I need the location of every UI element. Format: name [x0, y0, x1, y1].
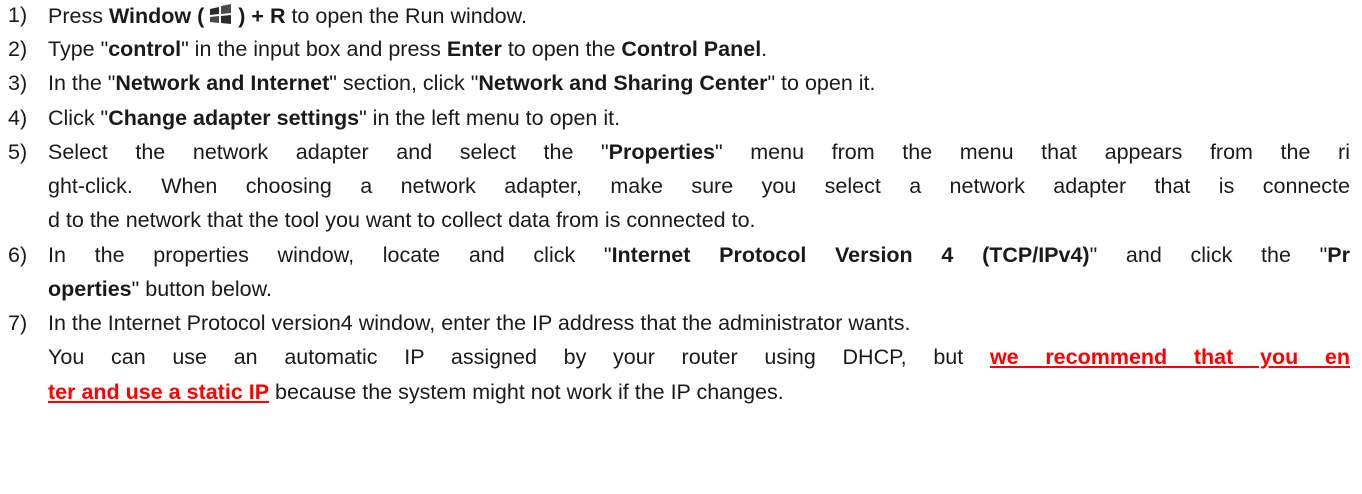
- windows-logo-icon: [206, 2, 236, 28]
- step-text-line: ght-click. When choosing a network adapt…: [48, 173, 1350, 199]
- text-run: Type ": [48, 37, 109, 61]
- step-text-line: You can use an automatic IP assigned by …: [48, 344, 1350, 370]
- text-run: to open the Run window.: [285, 4, 527, 28]
- text-run: " button below.: [131, 277, 272, 301]
- text-run: ght-click. When choosing a network adapt…: [48, 174, 1350, 198]
- text-run: Press: [48, 4, 109, 28]
- step-number: 7): [8, 311, 28, 335]
- text-run: In the Internet Protocol version4 window…: [48, 311, 911, 335]
- step-text-line: Click "Change adapter settings" in the l…: [48, 105, 620, 131]
- step-number: 1): [8, 3, 28, 27]
- step-number: 4): [8, 106, 28, 130]
- step-text-line: operties" button below.: [48, 276, 272, 302]
- text-run: " in the input box and press: [181, 37, 447, 61]
- text-run: d to the network that the tool you want …: [48, 208, 756, 232]
- text-run: Click ": [48, 106, 109, 130]
- bold-term: Control Panel: [621, 37, 762, 61]
- text-run: to open the: [501, 37, 622, 61]
- step-text-line: d to the network that the tool you want …: [48, 207, 756, 233]
- bold-term: operties: [48, 277, 132, 301]
- step-number: 2): [8, 37, 28, 61]
- bold-term: Enter: [446, 37, 502, 61]
- bold-term: Internet Protocol Version 4 (TCP/IPv4): [611, 243, 1090, 267]
- step-text-line: ter and use a static IP because the syst…: [48, 379, 784, 405]
- bold-term: Pr: [1327, 243, 1350, 267]
- text-run: " in the left menu to open it.: [359, 106, 621, 130]
- bold-term: Properties: [608, 140, 716, 164]
- bold-term: Network and Internet: [115, 71, 330, 95]
- step-text-line: Press Window ( ) + R to open the Run wind…: [48, 2, 527, 28]
- text-run: " and click the ": [1089, 243, 1328, 267]
- instruction-document: 1) Press Window ( ) + R to open the Run wi…: [0, 0, 1362, 494]
- text-run: " section, click ": [329, 71, 479, 95]
- bold-term: Window (: [108, 4, 205, 28]
- step-number: 6): [8, 243, 28, 267]
- step-number: 3): [8, 71, 28, 95]
- step-text-line: Type "control" in the input box and pres…: [48, 36, 767, 62]
- bold-term: Change adapter settings: [108, 106, 360, 130]
- warning-emphasis: ter and use a static IP: [48, 380, 270, 404]
- text-run: In the ": [48, 71, 116, 95]
- step-text-line: In the properties window, locate and cli…: [48, 242, 1350, 268]
- text-run: " to open it.: [767, 71, 876, 95]
- step-text-line: In the "Network and Internet" section, c…: [48, 70, 876, 96]
- step-text-line: Select the network adapter and select th…: [48, 139, 1350, 165]
- bold-term: control: [108, 37, 182, 61]
- warning-emphasis: we recommend that you en: [989, 345, 1351, 369]
- text-run: In the properties window, locate and cli…: [48, 243, 612, 267]
- text-run: .: [761, 37, 768, 61]
- bold-term: Network and Sharing Center: [478, 71, 768, 95]
- bold-term: ) + R: [238, 4, 286, 28]
- text-run: " menu from the menu that appears from t…: [715, 140, 1350, 164]
- step-number: 5): [8, 140, 28, 164]
- step-text-line: In the Internet Protocol version4 window…: [48, 310, 910, 336]
- text-run: Select the network adapter and select th…: [48, 140, 609, 164]
- text-run: You can use an automatic IP assigned by …: [48, 345, 990, 369]
- text-run: because the system might not work if the…: [269, 380, 784, 404]
